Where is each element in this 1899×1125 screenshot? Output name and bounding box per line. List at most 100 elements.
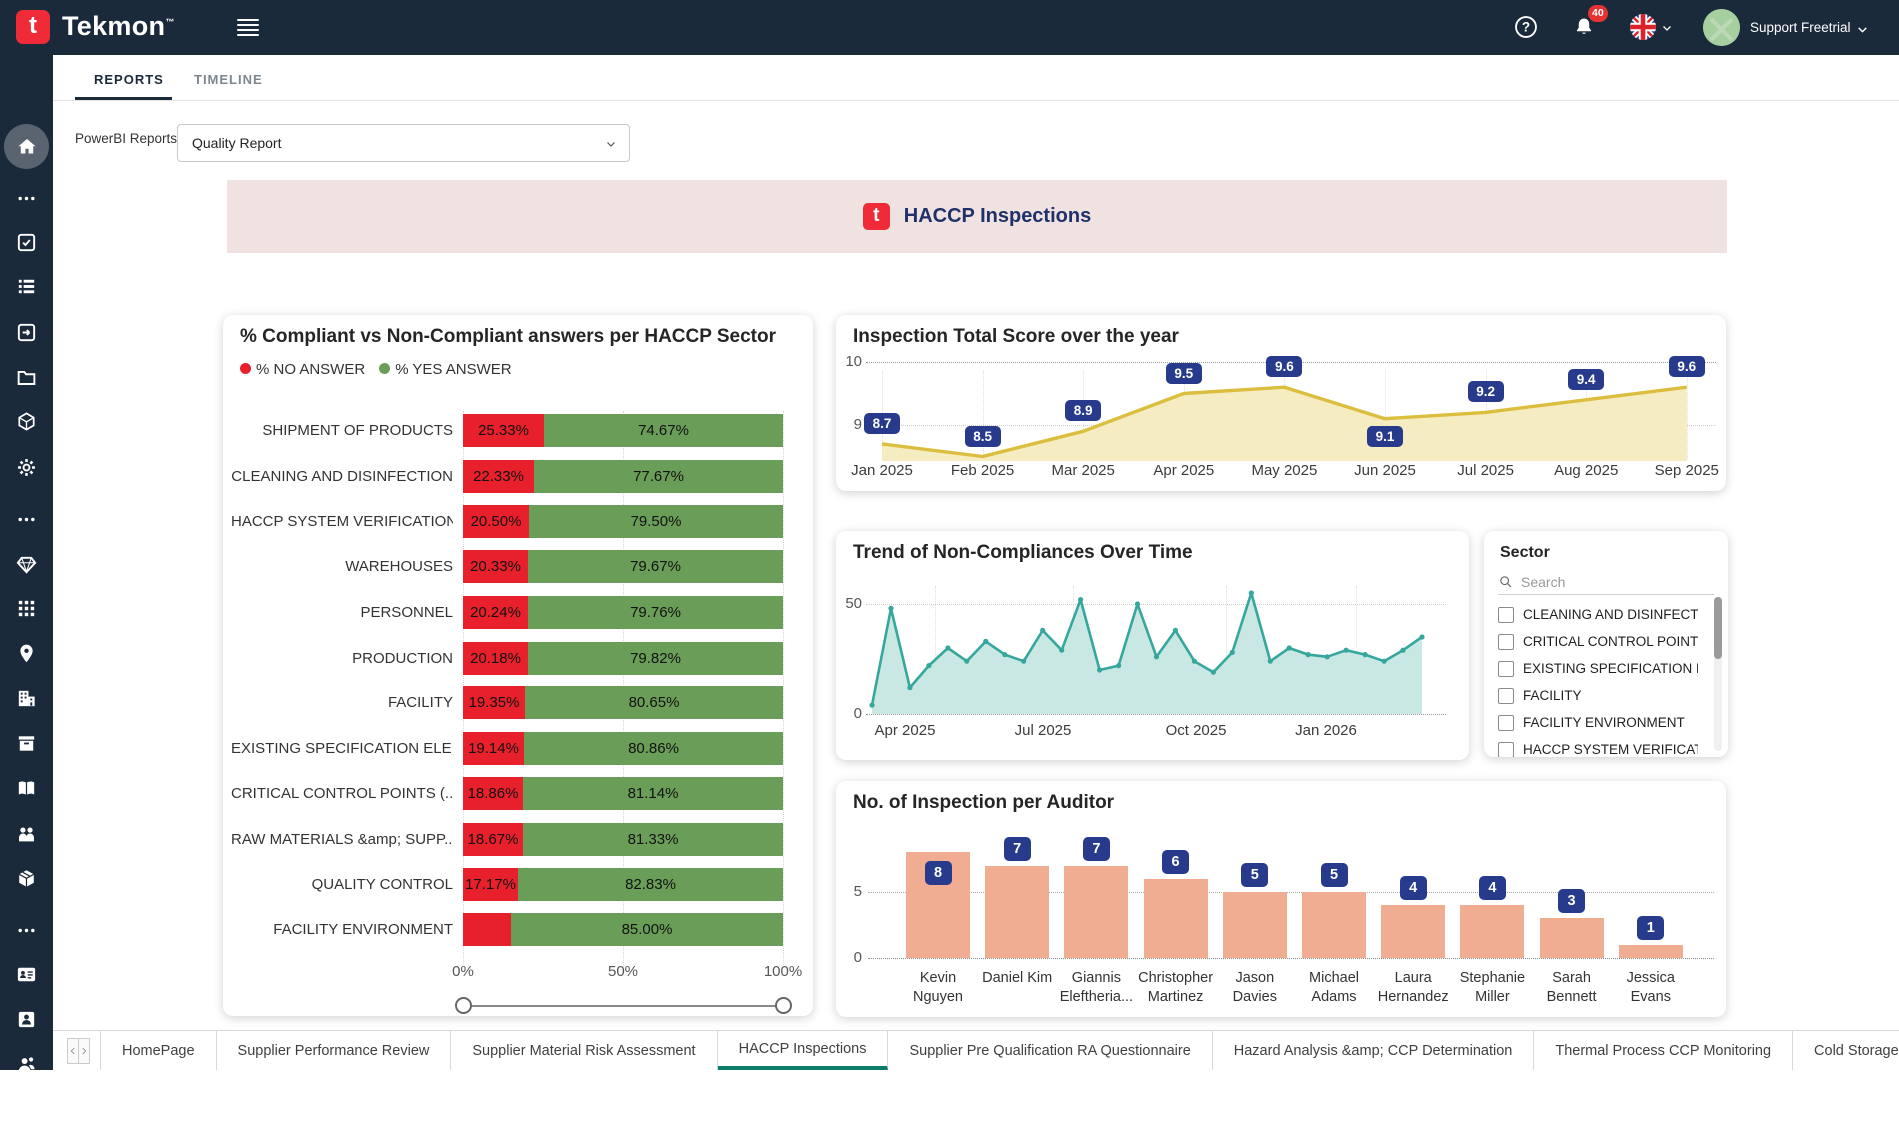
sidebar-item-list-3[interactable] <box>15 275 38 298</box>
haccp-sector-row[interactable]: HACCP SYSTEM VERIFICATION20.50%79.50% <box>223 505 813 538</box>
sector-option[interactable]: FACILITY <box>1498 682 1698 709</box>
language-flag-uk[interactable] <box>1630 14 1656 40</box>
no-answer-segment[interactable]: 17.17% <box>463 868 518 901</box>
no-answer-segment[interactable]: 20.50% <box>463 505 529 538</box>
no-answer-segment[interactable]: 18.67% <box>463 823 523 856</box>
sector-option[interactable]: EXISTING SPECIFICATION ELE... <box>1498 655 1698 682</box>
auditor-bar[interactable] <box>1302 892 1366 958</box>
sidebar-item-people-15[interactable] <box>15 823 38 846</box>
sidebar-item-more-8[interactable] <box>15 508 38 531</box>
tab-reports[interactable]: REPORTS <box>94 60 164 100</box>
sidebar-item-book-14[interactable] <box>15 777 38 800</box>
page-nav-prev-icon[interactable] <box>68 1039 79 1063</box>
haccp-sector-row[interactable]: CLEANING AND DISINFECTION22.33%77.67% <box>223 460 813 493</box>
yes-answer-segment[interactable]: 85.00% <box>511 913 783 946</box>
no-answer-segment[interactable]: 25.33% <box>463 414 544 447</box>
range-slider-handle-left[interactable] <box>455 997 472 1014</box>
report-page-tab[interactable]: Supplier Performance Review <box>217 1031 452 1070</box>
sector-scrollbar-thumb[interactable] <box>1714 597 1722 659</box>
haccp-sector-row[interactable]: QUALITY CONTROL17.17%82.83% <box>223 868 813 901</box>
sidebar-item-grid-10[interactable] <box>15 597 38 620</box>
report-page-tab[interactable]: Cold Storage / Process CCP Monitoring <box>1793 1031 1899 1070</box>
sidebar-item-group-21[interactable] <box>15 1097 38 1120</box>
report-page-tab[interactable]: HACCP Inspections <box>718 1031 889 1070</box>
sidebar-item-contact-19[interactable] <box>15 1008 38 1031</box>
report-page-tab[interactable]: Supplier Pre Qualification RA Questionna… <box>888 1031 1212 1070</box>
sector-option[interactable]: CRITICAL CONTROL POINTS .. <box>1498 628 1698 655</box>
sector-search-input[interactable] <box>1521 574 1691 590</box>
sidebar-item-tasks-2[interactable] <box>15 231 38 254</box>
auditor-bar[interactable] <box>1460 905 1524 958</box>
page-nav-next-icon[interactable] <box>79 1039 89 1063</box>
user-name[interactable]: Support Freetrial <box>1750 0 1851 55</box>
auditor-bar[interactable] <box>1619 945 1683 958</box>
range-slider-handle-right[interactable] <box>775 997 792 1014</box>
sidebar-item-cube-6[interactable] <box>15 410 38 433</box>
sector-checkbox[interactable] <box>1498 715 1514 731</box>
sector-option[interactable]: FACILITY ENVIRONMENT <box>1498 709 1698 736</box>
yes-answer-segment[interactable]: 82.83% <box>518 868 783 901</box>
yes-answer-segment[interactable]: 81.14% <box>523 777 783 810</box>
haccp-sector-row[interactable]: RAW MATERIALS &amp; SUPP...18.67%81.33% <box>223 823 813 856</box>
sidebar-item-gem-9[interactable] <box>15 553 38 576</box>
auditor-bar[interactable] <box>1381 905 1445 958</box>
haccp-sector-row[interactable]: PERSONNEL20.24%79.76% <box>223 596 813 629</box>
sector-checkbox[interactable] <box>1498 607 1514 623</box>
sector-checkbox[interactable] <box>1498 634 1514 650</box>
yes-answer-segment[interactable]: 81.33% <box>523 823 783 856</box>
sidebar-item-location-11[interactable] <box>15 642 38 665</box>
sidebar-item-export-4[interactable] <box>15 321 38 344</box>
sector-checkbox[interactable] <box>1498 661 1514 677</box>
yes-answer-segment[interactable]: 79.76% <box>528 596 783 629</box>
report-page-tab[interactable]: Thermal Process CCP Monitoring <box>1534 1031 1793 1070</box>
haccp-sector-row[interactable]: PRODUCTION20.18%79.82% <box>223 642 813 675</box>
sidebar-item-settings-7[interactable] <box>15 456 38 479</box>
sidebar-item-home[interactable] <box>4 124 49 169</box>
no-answer-segment[interactable]: 18.86% <box>463 777 523 810</box>
haccp-sector-row[interactable]: WAREHOUSES20.33%79.67% <box>223 550 813 583</box>
sector-option[interactable]: CLEANING AND DISINFECTI... <box>1498 601 1698 628</box>
sidebar-item-building-12[interactable] <box>15 687 38 710</box>
hamburger-menu-icon[interactable] <box>237 19 259 36</box>
yes-answer-segment[interactable]: 80.86% <box>524 732 783 765</box>
sidebar-item-archive-13[interactable] <box>15 732 38 755</box>
no-answer-segment[interactable]: 20.24% <box>463 596 528 629</box>
report-page-tab[interactable]: Supplier Material Risk Assessment <box>451 1031 717 1070</box>
help-icon[interactable]: ? <box>1513 14 1539 40</box>
haccp-sector-row[interactable]: FACILITY19.35%80.65% <box>223 686 813 719</box>
auditor-bar[interactable] <box>1223 892 1287 958</box>
haccp-sector-row[interactable]: CRITICAL CONTROL POINTS (...18.86%81.14% <box>223 777 813 810</box>
no-answer-segment[interactable] <box>463 913 511 946</box>
auditor-bar[interactable] <box>1064 866 1128 958</box>
sidebar-item-more-17[interactable] <box>15 919 38 942</box>
report-select-dropdown[interactable]: Quality Report <box>177 124 630 162</box>
language-chevron-down-icon[interactable] <box>1661 22 1673 34</box>
tab-timeline[interactable]: TIMELINE <box>194 60 263 100</box>
auditor-bar[interactable] <box>985 866 1049 958</box>
no-answer-segment[interactable]: 19.35% <box>463 686 525 719</box>
auditor-bar[interactable] <box>1144 879 1208 958</box>
haccp-sector-row[interactable]: FACILITY ENVIRONMENT85.00% <box>223 913 813 946</box>
report-page-tab[interactable]: HomePage <box>100 1031 217 1070</box>
sidebar-item-more-1[interactable] <box>15 187 38 210</box>
user-chevron-down-icon[interactable] <box>1856 23 1869 36</box>
user-avatar[interactable] <box>1703 9 1740 46</box>
range-slider-track[interactable] <box>463 1005 783 1007</box>
yes-answer-segment[interactable]: 80.65% <box>525 686 783 719</box>
sidebar-item-support-20[interactable] <box>15 1053 38 1076</box>
sector-checkbox[interactable] <box>1498 688 1514 704</box>
yes-answer-segment[interactable]: 79.82% <box>528 642 783 675</box>
auditor-bar[interactable] <box>1540 918 1604 958</box>
haccp-sector-row[interactable]: EXISTING SPECIFICATION ELE...19.14%80.86… <box>223 732 813 765</box>
sidebar-item-package-16[interactable] <box>15 867 38 890</box>
yes-answer-segment[interactable]: 77.67% <box>534 460 783 493</box>
sector-option[interactable]: HACCP SYSTEM VERIFICATION <box>1498 736 1698 757</box>
no-answer-segment[interactable]: 20.18% <box>463 642 528 675</box>
yes-answer-segment[interactable]: 79.50% <box>529 505 783 538</box>
no-answer-segment[interactable]: 22.33% <box>463 460 534 493</box>
sidebar-item-idcard-18[interactable] <box>15 963 38 986</box>
haccp-sector-row[interactable]: SHIPMENT OF PRODUCTS25.33%74.67% <box>223 414 813 447</box>
yes-answer-segment[interactable]: 79.67% <box>528 550 783 583</box>
sector-checkbox[interactable] <box>1498 742 1514 758</box>
sidebar-item-folder-5[interactable] <box>15 366 38 389</box>
